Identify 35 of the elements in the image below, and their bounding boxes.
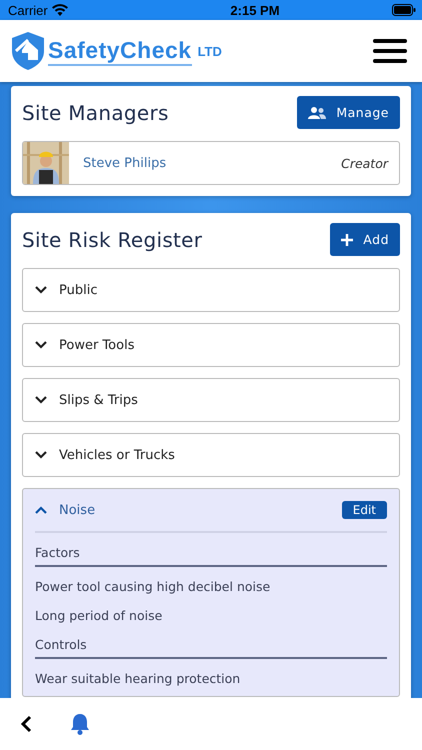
back-icon[interactable] <box>20 715 32 733</box>
manager-row[interactable]: Steve Philips Creator <box>22 141 400 185</box>
edit-button[interactable]: Edit <box>342 501 387 519</box>
category-label[interactable]: Noise <box>59 502 330 518</box>
logo-suffix: LTD <box>198 44 222 59</box>
section-title: Site Risk Register <box>22 228 202 252</box>
plus-icon <box>341 234 354 246</box>
menu-icon[interactable] <box>373 39 407 63</box>
risk-item: Long period of noise <box>35 607 164 625</box>
add-button[interactable]: Add <box>330 223 400 256</box>
manage-button[interactable]: Manage <box>297 96 400 129</box>
wifi-icon <box>52 4 68 16</box>
manager-role: Creator <box>341 156 388 170</box>
clock: 2:15 PM <box>230 2 280 18</box>
battery-icon <box>392 4 416 16</box>
category-label[interactable]: Slips & Trips <box>59 392 387 408</box>
carrier-label: Carrier <box>8 2 48 18</box>
logo-text: SafetyCheck <box>48 36 192 66</box>
section-title: Site Managers <box>22 100 169 124</box>
manager-name: Steve Philips <box>83 156 168 170</box>
chevron-icon[interactable] <box>35 396 47 404</box>
shield-logo-icon <box>10 31 46 71</box>
category-label[interactable]: Power Tools <box>59 338 387 352</box>
section-heading: Factors <box>35 533 387 567</box>
category-label[interactable]: Vehicles or Trucks <box>59 448 387 462</box>
people-icon <box>308 106 326 118</box>
bell-icon[interactable] <box>70 713 90 735</box>
section-heading: Controls <box>35 625 387 659</box>
risk-item: Wear suitable hearing protection <box>35 670 242 688</box>
chevron-icon[interactable] <box>35 451 47 459</box>
chevron-icon[interactable] <box>35 286 47 294</box>
chevron-icon[interactable] <box>35 506 47 514</box>
chevron-icon[interactable] <box>35 341 47 349</box>
risk-item: Power tool causing high decibel noise <box>35 578 272 596</box>
category-label[interactable]: Public <box>59 282 387 298</box>
